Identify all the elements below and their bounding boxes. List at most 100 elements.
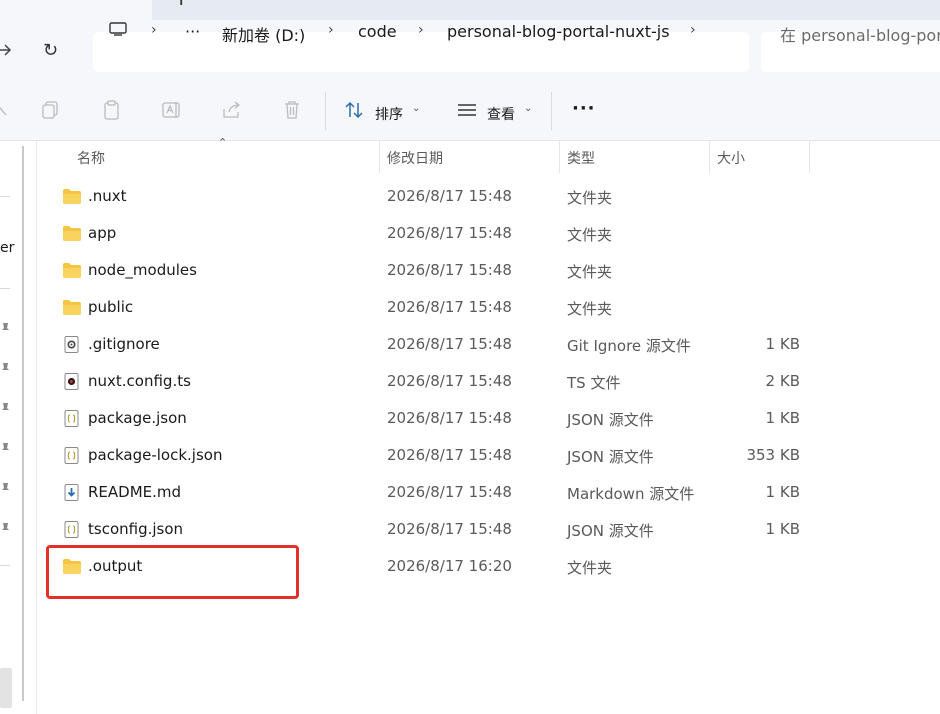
view-button[interactable]: 查看 (487, 104, 515, 124)
file-row[interactable]: tsconfig.json 2026/8/17 15:48 JSON 源文件 1… (44, 511, 810, 548)
file-row[interactable]: .nuxt 2026/8/17 15:48 文件夹 (44, 178, 810, 215)
file-type: Markdown 源文件 (567, 485, 695, 503)
pin-icon (2, 403, 9, 414)
file-type: 文件夹 (567, 263, 613, 281)
file-type: TS 文件 (567, 374, 621, 392)
more-options-button[interactable]: ··· (572, 98, 596, 119)
breadcrumb-drive-d[interactable]: 新加卷 (D:) (222, 22, 305, 46)
navigation-scroll-thumb[interactable] (0, 668, 12, 708)
highlight-annotation-box (46, 545, 299, 599)
navigation-pane (0, 141, 37, 714)
file-modified: 2026/8/17 16:20 (387, 557, 512, 575)
breadcrumb-code[interactable]: code (358, 22, 397, 41)
column-divider[interactable] (709, 141, 710, 173)
file-row[interactable]: README.md 2026/8/17 15:48 Markdown 源文件 1… (44, 474, 810, 511)
file-type: JSON 源文件 (567, 522, 654, 540)
folder-icon (63, 189, 81, 204)
file-modified: 2026/8/17 15:48 (387, 483, 512, 501)
file-row[interactable]: .gitignore 2026/8/17 15:48 Git Ignore 源文… (44, 326, 810, 363)
column-divider[interactable] (559, 141, 560, 173)
navigation-scrollbar[interactable] (22, 146, 24, 701)
json-file-icon (64, 521, 79, 538)
file-row[interactable]: app 2026/8/17 15:48 文件夹 (44, 215, 810, 252)
pin-icon (2, 363, 9, 374)
file-modified: 2026/8/17 15:48 (387, 224, 512, 242)
file-modified: 2026/8/17 15:48 (387, 335, 512, 353)
json-file-icon (64, 447, 79, 464)
column-divider[interactable] (379, 141, 380, 173)
forward-arrow-icon[interactable] (0, 42, 12, 58)
file-type: JSON 源文件 (567, 448, 654, 466)
file-name: .gitignore (88, 335, 160, 353)
file-row[interactable]: package.json 2026/8/17 15:48 JSON 源文件 1 … (44, 400, 810, 437)
breadcrumb-separator: › (418, 22, 424, 38)
breadcrumb-separator: › (328, 22, 334, 38)
column-divider[interactable] (809, 141, 810, 173)
file-type: 文件夹 (567, 226, 613, 244)
this-pc-icon[interactable] (109, 22, 127, 36)
column-header-name[interactable]: 名称 (77, 148, 105, 168)
file-name: package-lock.json (88, 446, 223, 464)
file-type: Git Ignore 源文件 (567, 337, 691, 355)
chevron-down-icon[interactable]: ⌄ (412, 103, 420, 114)
delete-icon[interactable] (281, 99, 303, 121)
json-file-icon (64, 410, 79, 427)
folder-icon (63, 226, 81, 241)
file-modified: 2026/8/17 15:48 (387, 520, 512, 538)
rename-icon[interactable] (161, 99, 183, 121)
file-modified: 2026/8/17 15:48 (387, 187, 512, 205)
command-toolbar: 排序 ⌄ 查看 ⌄ ··· (0, 82, 940, 141)
file-row[interactable]: public 2026/8/17 15:48 文件夹 (44, 289, 810, 326)
file-size: 1 KB (765, 335, 800, 353)
nav-item-label-partial[interactable]: er (0, 240, 14, 256)
refresh-icon[interactable]: ↻ (43, 40, 58, 61)
file-row[interactable]: nuxt.config.ts 2026/8/17 15:48 TS 文件 2 K… (44, 363, 810, 400)
file-modified: 2026/8/17 15:48 (387, 409, 512, 427)
breadcrumb-more[interactable]: ··· (185, 22, 200, 41)
column-header-size[interactable]: 大小 (717, 148, 745, 168)
tab-strip: ortal-nuxt-js ✕ + (0, 0, 940, 20)
file-modified: 2026/8/17 15:48 (387, 261, 512, 279)
column-header-type[interactable]: 类型 (567, 148, 595, 168)
cut-icon[interactable] (0, 99, 14, 121)
file-name: app (88, 224, 117, 242)
breadcrumb-separator: › (690, 22, 696, 38)
file-name: README.md (88, 483, 182, 501)
sort-icon[interactable] (343, 99, 365, 121)
paste-icon[interactable] (101, 99, 123, 121)
file-name: package.json (88, 409, 187, 427)
file-name: public (88, 298, 134, 316)
gear-file-icon (64, 336, 79, 353)
file-size: 1 KB (765, 409, 800, 427)
file-name: .nuxt (88, 187, 127, 205)
toolbar-divider (551, 92, 552, 130)
new-tab-icon[interactable]: + (172, 0, 190, 11)
breadcrumb-project[interactable]: personal-blog-portal-nuxt-js (447, 22, 670, 41)
breadcrumb-separator: › (151, 22, 157, 38)
share-icon[interactable] (221, 99, 243, 121)
view-icon[interactable] (456, 99, 478, 121)
ts-file-icon (64, 373, 79, 390)
file-size: 2 KB (765, 372, 800, 390)
column-header-modified[interactable]: 修改日期 (387, 148, 443, 168)
toolbar-divider (325, 92, 326, 130)
folder-icon (63, 300, 81, 315)
file-type: 文件夹 (567, 189, 613, 207)
search-placeholder[interactable]: 在 personal-blog-por (780, 22, 940, 46)
nav-divider (0, 196, 10, 197)
copy-icon[interactable] (40, 99, 62, 121)
pin-icon (2, 523, 9, 534)
pin-icon (2, 483, 9, 494)
nav-divider (0, 288, 10, 289)
file-name: nuxt.config.ts (88, 372, 191, 390)
file-row[interactable]: package-lock.json 2026/8/17 15:48 JSON 源… (44, 437, 810, 474)
file-modified: 2026/8/17 15:48 (387, 446, 512, 464)
file-row[interactable]: node_modules 2026/8/17 15:48 文件夹 (44, 252, 810, 289)
chevron-down-icon[interactable]: ⌄ (524, 103, 532, 114)
pin-icon (2, 443, 9, 454)
tab-current[interactable]: ortal-nuxt-js ✕ (0, 0, 152, 20)
file-size: 353 KB (746, 446, 800, 464)
sort-button[interactable]: 排序 (375, 104, 403, 124)
file-name: node_modules (88, 261, 197, 279)
folder-icon (63, 263, 81, 278)
